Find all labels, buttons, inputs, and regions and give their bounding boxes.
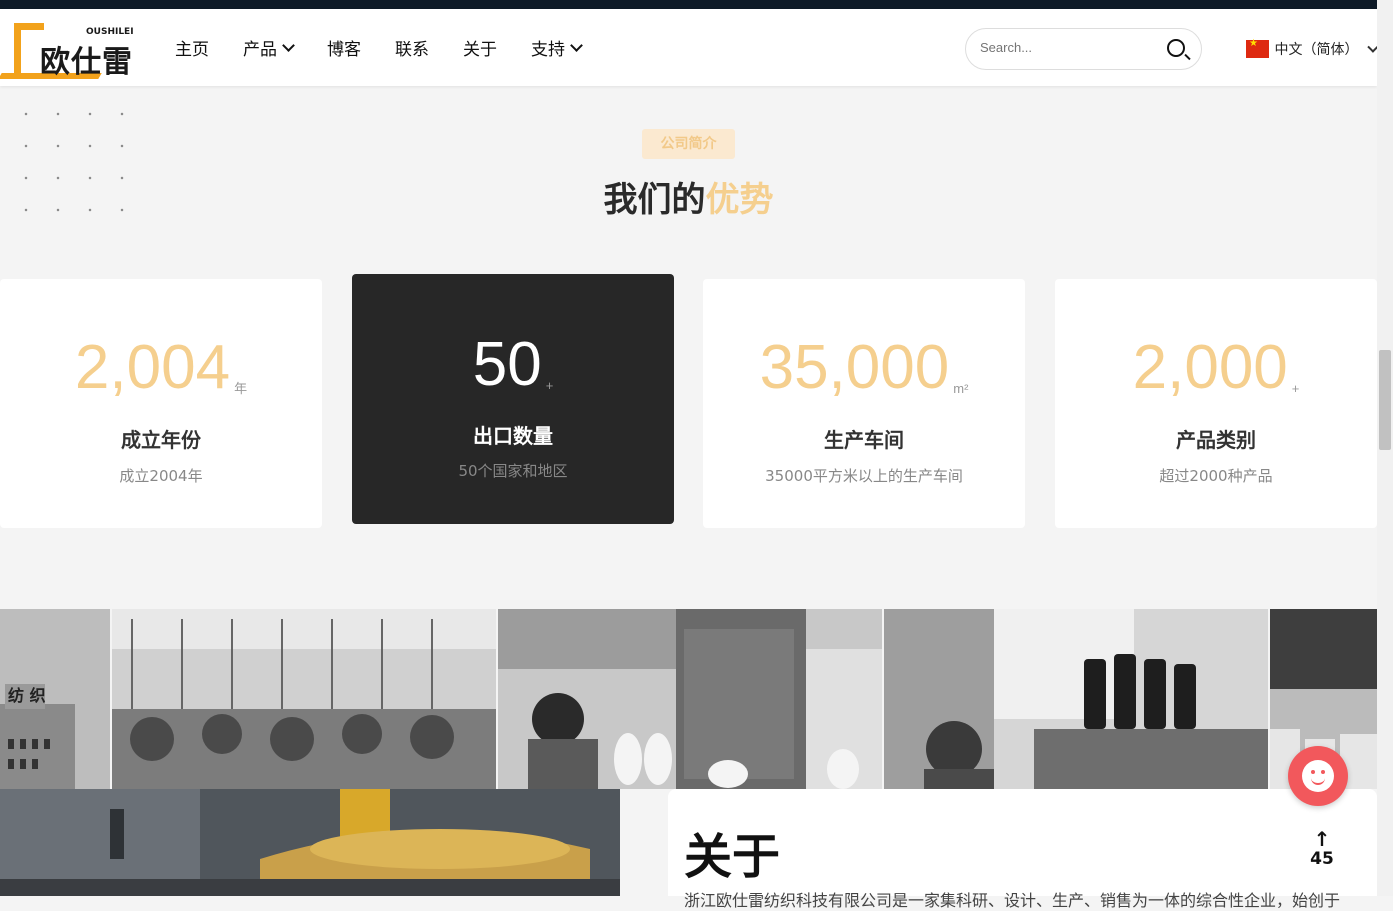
- stat-card-export: 50 + 出口数量 50个国家和地区: [352, 274, 674, 524]
- stat-card-workshop: 35,000 m² 生产车间 35000平方米以上的生产车间: [703, 279, 1025, 528]
- gallery-photo-building[interactable]: 纺 织: [0, 609, 110, 789]
- scrollbar-thumb[interactable]: [1379, 350, 1391, 450]
- heading-plain: 我们的: [603, 180, 706, 220]
- nav-item-home[interactable]: 主页: [175, 35, 209, 60]
- arrow-up-icon: ↑: [1313, 827, 1331, 851]
- search-box: [965, 28, 1202, 70]
- section-heading: 我们的优势: [0, 172, 1377, 221]
- stat-unit: m²: [953, 381, 969, 396]
- stat-value: 2,004: [74, 333, 231, 402]
- stat-value: 2,000: [1132, 333, 1288, 402]
- nav-item-blog[interactable]: 博客: [327, 35, 361, 60]
- factory-gallery: 纺 织: [0, 609, 1377, 789]
- smiley-chat-icon: [1302, 760, 1334, 792]
- cn-flag-icon: [1246, 38, 1269, 58]
- logo-subtext: OUSHILEI: [86, 27, 134, 37]
- logo-brand: 欧仕雷: [40, 45, 133, 80]
- nav-label: 支持: [531, 40, 565, 60]
- search-input[interactable]: [980, 40, 1150, 55]
- nav-item-contact[interactable]: 联系: [395, 35, 429, 60]
- heading-accent: 优势: [705, 180, 774, 220]
- nav-item-products[interactable]: 产品: [243, 35, 295, 60]
- stat-title: 生产车间: [824, 428, 904, 452]
- section-tag: 公司简介: [642, 129, 735, 159]
- stat-unit: +: [545, 378, 554, 393]
- language-label: 中文（简体）: [1274, 42, 1359, 58]
- search-icon[interactable]: [1167, 39, 1185, 57]
- stat-title: 出口数量: [473, 424, 553, 448]
- stat-desc: 成立2004年: [119, 467, 203, 485]
- top-strip: [0, 0, 1393, 9]
- about-title: 关于: [684, 829, 781, 885]
- nav-label: 主页: [175, 40, 209, 60]
- stat-desc: 50个国家和地区: [458, 462, 568, 480]
- back-to-top-count: 45: [1310, 849, 1334, 869]
- nav-label: 联系: [395, 40, 429, 60]
- about-text: 浙江欧仕雷纺织科技有限公司是一家集科研、设计、生产、销售为一体的综合性企业，始创…: [684, 891, 1341, 910]
- back-to-top-button[interactable]: ↑ 45: [1305, 829, 1339, 869]
- site-header: OUSHILEI 欧仕雷 主页 产品 博客 联系 关于 支持 中文（简体）: [0, 9, 1379, 86]
- page-scrollbar[interactable]: [1377, 0, 1393, 896]
- nav-label: 关于: [463, 40, 497, 60]
- nav-item-about[interactable]: 关于: [463, 35, 497, 60]
- nav-label: 博客: [327, 40, 361, 60]
- main-nav: 主页 产品 博客 联系 关于 支持: [175, 9, 615, 86]
- stat-title: 成立年份: [121, 428, 201, 452]
- language-selector[interactable]: 中文（简体）: [1246, 38, 1379, 59]
- stat-card-products: 2,000 + 产品类别 超过2000种产品: [1055, 279, 1377, 528]
- gallery-photo-yarn-machines[interactable]: [884, 609, 1268, 789]
- chevron-down-icon: [570, 38, 583, 52]
- nav-item-support[interactable]: 支持: [531, 35, 583, 60]
- svg-text:纺 织: 纺 织: [8, 686, 46, 705]
- stat-desc: 超过2000种产品: [1159, 467, 1273, 485]
- chevron-down-icon: [282, 38, 295, 52]
- stat-desc: 35000平方米以上的生产车间: [765, 467, 963, 485]
- gallery-photo-worker-cabinet[interactable]: [498, 609, 882, 789]
- stat-value: 35,000: [759, 333, 950, 402]
- stat-value: 50: [472, 330, 542, 399]
- gallery-photo-knitting-machines[interactable]: [112, 609, 496, 789]
- stat-card-founded: 2,004 年 成立年份 成立2004年: [0, 279, 322, 528]
- factory-closeup-photo: [0, 789, 620, 896]
- stat-title: 产品类别: [1176, 428, 1256, 452]
- logo[interactable]: OUSHILEI 欧仕雷: [0, 15, 140, 81]
- chat-button[interactable]: [1288, 746, 1348, 806]
- stat-unit: +: [1291, 381, 1300, 396]
- stat-unit: 年: [234, 381, 248, 396]
- about-panel: 关于 浙江欧仕雷纺织科技有限公司是一家集科研、设计、生产、销售为一体的综合性企业…: [668, 789, 1377, 910]
- nav-label: 产品: [243, 40, 277, 60]
